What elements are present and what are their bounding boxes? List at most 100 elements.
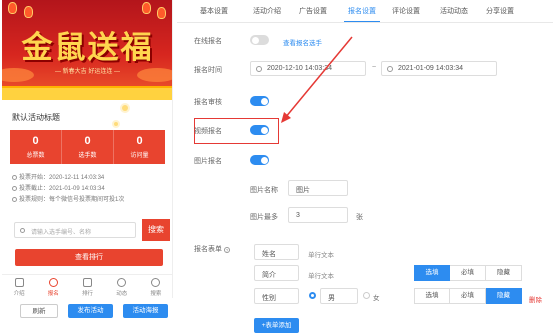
stat-label: 选手数 xyxy=(78,153,97,159)
signup-icon xyxy=(48,278,58,287)
search-icon xyxy=(151,278,161,287)
tab-signup-settings[interactable]: 报名设置 xyxy=(344,0,380,22)
nav-item-signup[interactable]: 报名 xyxy=(36,275,70,298)
vote-end-text: 投票截止：2021-01-09 14:03:34 xyxy=(19,186,105,192)
nav-item-rank[interactable]: 排行 xyxy=(70,275,104,298)
activity-poster-button[interactable]: 活动海报 xyxy=(123,304,168,318)
image-max-input[interactable]: 3 xyxy=(288,207,348,223)
signup-end-value: 2021-01-09 14:03:34 xyxy=(398,65,463,72)
date-separator: ~ xyxy=(372,64,377,71)
nav-item-intro[interactable]: 介绍 xyxy=(2,275,36,298)
vote-end-info: 投票截止：2021-01-09 14:03:34 xyxy=(12,183,105,192)
option-hidden[interactable]: 隐藏 xyxy=(486,265,522,281)
firework-icon xyxy=(114,122,118,126)
refresh-button[interactable]: 刷新 xyxy=(20,304,58,318)
signup-start-date[interactable]: 2020-12-10 14:03:34 xyxy=(250,61,366,76)
tab-comment-settings[interactable]: 评论设置 xyxy=(386,0,426,22)
nav-label: 报名 xyxy=(47,291,59,297)
option-hidden[interactable]: 隐藏 xyxy=(486,288,522,304)
form-field-name-input[interactable]: 姓名 xyxy=(254,244,299,260)
add-form-field-button[interactable]: +表单添加 xyxy=(254,318,299,333)
calendar-icon xyxy=(387,66,393,72)
banner-title: 金鼠送福 xyxy=(21,30,154,66)
image-max-label: 图片最多 xyxy=(250,214,278,221)
settings-tabs: 基本设置 活动介绍 广告设置 报名设置 评论设置 活动动态 分享设置 xyxy=(194,0,520,22)
online-signup-label: 在线报名 xyxy=(194,38,222,45)
view-ranking-button[interactable]: 查看排行 xyxy=(15,249,163,266)
info-icon xyxy=(12,197,17,202)
clock-icon xyxy=(12,175,17,180)
nav-label: 介绍 xyxy=(13,291,25,297)
signup-review-label: 报名审核 xyxy=(194,99,222,106)
signup-review-toggle[interactable] xyxy=(250,96,269,106)
online-signup-toggle[interactable] xyxy=(250,35,269,45)
signup-end-date[interactable]: 2021-01-09 14:03:34 xyxy=(381,61,497,76)
nav-label: 动态 xyxy=(116,291,128,297)
calendar-icon xyxy=(256,66,262,72)
stat-contestants: 0 选手数 xyxy=(62,130,114,164)
image-name-label: 图片名称 xyxy=(250,187,278,194)
lantern-icon xyxy=(8,2,17,14)
tab-ad-settings[interactable]: 广告设置 xyxy=(294,0,332,22)
stat-value: 0 xyxy=(32,135,39,147)
signup-form-label-wrap: 报名表单? xyxy=(194,244,230,254)
form-field-gender-input[interactable]: 性别 xyxy=(254,288,299,304)
activity-banner: 金鼠送福 — 新春大吉 好运连连 — xyxy=(2,0,172,100)
gender-female-radio[interactable] xyxy=(363,292,370,299)
form-field-intro-input[interactable]: 简介 xyxy=(254,265,299,281)
vote-rule-info: 投票规则：每个微信号投票期间可投1次 xyxy=(12,194,124,203)
mobile-preview: 金鼠送福 — 新春大吉 好运连连 — 默认活动标题 0 总票数 0 选手数 0 … xyxy=(2,0,173,298)
gender-option-male-input[interactable]: 男 xyxy=(320,288,358,304)
nav-item-search[interactable]: 搜索 xyxy=(139,275,172,298)
nav-label: 搜索 xyxy=(150,291,162,297)
contestant-search-input[interactable]: 请输入选手编号、名称 xyxy=(14,222,136,238)
help-icon[interactable]: ? xyxy=(224,247,230,253)
vote-start-text: 投票开始：2020-12-11 14:03:34 xyxy=(19,175,105,181)
tab-basic-settings[interactable]: 基本设置 xyxy=(194,0,234,22)
stat-label: 总票数 xyxy=(26,153,45,159)
image-max-unit: 张 xyxy=(356,214,363,221)
option-optional[interactable]: 选填 xyxy=(414,288,450,304)
banner-ground xyxy=(2,86,172,100)
vote-rule-text: 投票规则：每个微信号投票期间可投1次 xyxy=(19,197,125,203)
vote-start-info: 投票开始：2020-12-11 14:03:34 xyxy=(12,172,104,181)
gender-male-radio[interactable] xyxy=(309,292,316,299)
option-optional[interactable]: 选填 xyxy=(414,265,450,281)
gender-option-female: 女 xyxy=(373,295,380,302)
stat-total-votes: 0 总票数 xyxy=(10,130,62,164)
publish-activity-button[interactable]: 发布活动 xyxy=(68,304,113,318)
tab-activity-news[interactable]: 活动动态 xyxy=(434,0,474,22)
stat-value: 0 xyxy=(136,135,143,147)
search-button[interactable]: 搜索 xyxy=(142,219,170,241)
clock-icon xyxy=(12,186,17,191)
lantern-icon xyxy=(24,6,33,18)
activity-icon xyxy=(117,278,127,287)
tab-share-settings[interactable]: 分享设置 xyxy=(480,0,520,22)
nav-label: 排行 xyxy=(82,291,94,297)
search-placeholder: 请输入选手编号、名称 xyxy=(31,230,92,236)
video-signup-label: 视频报名 xyxy=(194,128,222,135)
tab-activity-intro[interactable]: 活动介绍 xyxy=(244,0,290,22)
form-field-intro-type: 单行文本 xyxy=(308,273,334,280)
firework-icon xyxy=(122,105,128,111)
stat-label: 访问量 xyxy=(130,153,149,159)
video-signup-toggle[interactable] xyxy=(250,125,269,135)
search-icon xyxy=(20,228,25,233)
tabs-divider xyxy=(177,22,553,23)
image-name-input[interactable]: 图片 xyxy=(288,180,348,196)
signup-time-label: 报名时间 xyxy=(194,67,222,74)
nav-item-activity[interactable]: 动态 xyxy=(105,275,139,298)
image-signup-toggle[interactable] xyxy=(250,155,269,165)
arrow-head xyxy=(281,112,291,123)
banner-subtitle: — 新春大吉 好运连连 — xyxy=(54,69,120,75)
home-icon xyxy=(14,278,24,287)
image-signup-label: 图片报名 xyxy=(194,158,222,165)
arrow-shaft xyxy=(284,36,353,119)
delete-field-link[interactable]: 删除 xyxy=(529,294,542,304)
rank-icon xyxy=(83,278,92,287)
view-contestants-link[interactable]: 查看报名选手 xyxy=(283,37,322,47)
signup-start-value: 2020-12-10 14:03:34 xyxy=(267,65,332,72)
option-required[interactable]: 必填 xyxy=(450,265,486,281)
form-field-name-type: 单行文本 xyxy=(308,252,334,259)
option-required[interactable]: 必填 xyxy=(450,288,486,304)
